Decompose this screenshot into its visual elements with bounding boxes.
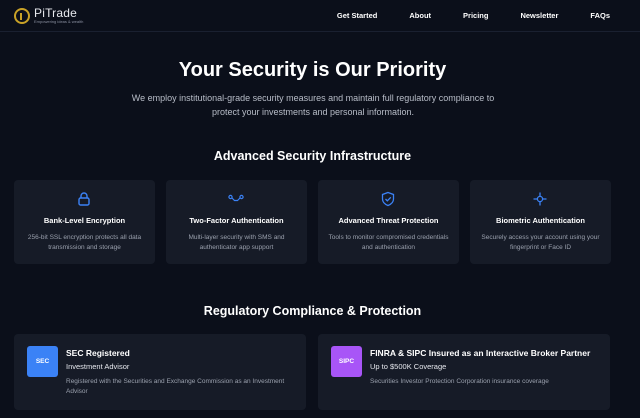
nav-link-newsletter[interactable]: Newsletter [520, 11, 558, 20]
crosshair-icon [533, 192, 547, 206]
feature-card-encryption: Bank-Level Encryption 256-bit SSL encryp… [14, 180, 155, 264]
nav-link-faqs[interactable]: FAQs [590, 11, 610, 20]
navbar: PiTrade Empowering ideas & wealth Get St… [0, 0, 640, 32]
feature-card-biometric: Biometric Authentication Securely access… [470, 180, 611, 264]
compliance-card-title: FINRA & SIPC Insured as an Interactive B… [370, 348, 591, 358]
compliance-card-title: SEC Registered [66, 348, 130, 358]
compliance-card-subtitle: Investment Advisor [66, 362, 130, 371]
nav-links: Get Started About Pricing Newsletter FAQ… [305, 11, 610, 20]
compliance-title: Regulatory Compliance & Protection [203, 304, 422, 318]
feature-card-threat: Advanced Threat Protection Tools to moni… [318, 180, 459, 264]
feature-title: Advanced Threat Protection [338, 216, 439, 225]
feature-desc: Securely access your account using your … [481, 234, 600, 251]
sec-badge: SEC [27, 346, 58, 377]
compliance-card-sipc: SIPC FINRA & SIPC Insured as an Interact… [318, 334, 610, 410]
logo-icon [14, 7, 30, 24]
page-title: Your Security is Our Priority [178, 59, 447, 81]
connection-icon [228, 194, 244, 202]
feature-card-2fa: Two-Factor Authentication Multi-layer se… [166, 180, 307, 264]
nav-link-pricing[interactable]: Pricing [463, 11, 488, 20]
feature-title: Bank-Level Encryption [43, 216, 126, 225]
feature-title: Two-Factor Authentication [189, 216, 284, 225]
feature-desc: Multi-layer security with SMS and authen… [188, 234, 285, 251]
nav-link-get-started[interactable]: Get Started [337, 11, 377, 20]
nav-link-about[interactable]: About [409, 11, 431, 20]
hero-subtitle: We employ institutional-grade security m… [131, 93, 495, 117]
compliance-card-desc: Registered with the Securities and Excha… [66, 378, 285, 395]
feature-desc: 256-bit SSL encryption protects all data… [27, 234, 142, 251]
shield-check-icon [381, 191, 395, 207]
compliance-card-sec: SEC SEC Registered Investment Advisor Re… [14, 334, 306, 410]
feature-title: Biometric Authentication [496, 216, 585, 225]
brand-tagline: Empowering ideas & wealth [34, 19, 84, 24]
brand-name: PiTrade [34, 6, 77, 20]
brand-logo[interactable]: PiTrade Empowering ideas & wealth [14, 7, 83, 24]
infrastructure-title: Advanced Security Infrastructure [213, 149, 412, 163]
lock-icon [78, 192, 90, 206]
sipc-badge: SIPC [331, 346, 362, 377]
feature-desc: Tools to monitor compromised credentials… [328, 234, 449, 251]
compliance-card-desc: Securities Investor Protection Corporati… [370, 378, 549, 385]
feature-cards: Bank-Level Encryption 256-bit SSL encryp… [14, 180, 611, 264]
compliance-card-subtitle: Up to $500K Coverage [370, 362, 447, 371]
